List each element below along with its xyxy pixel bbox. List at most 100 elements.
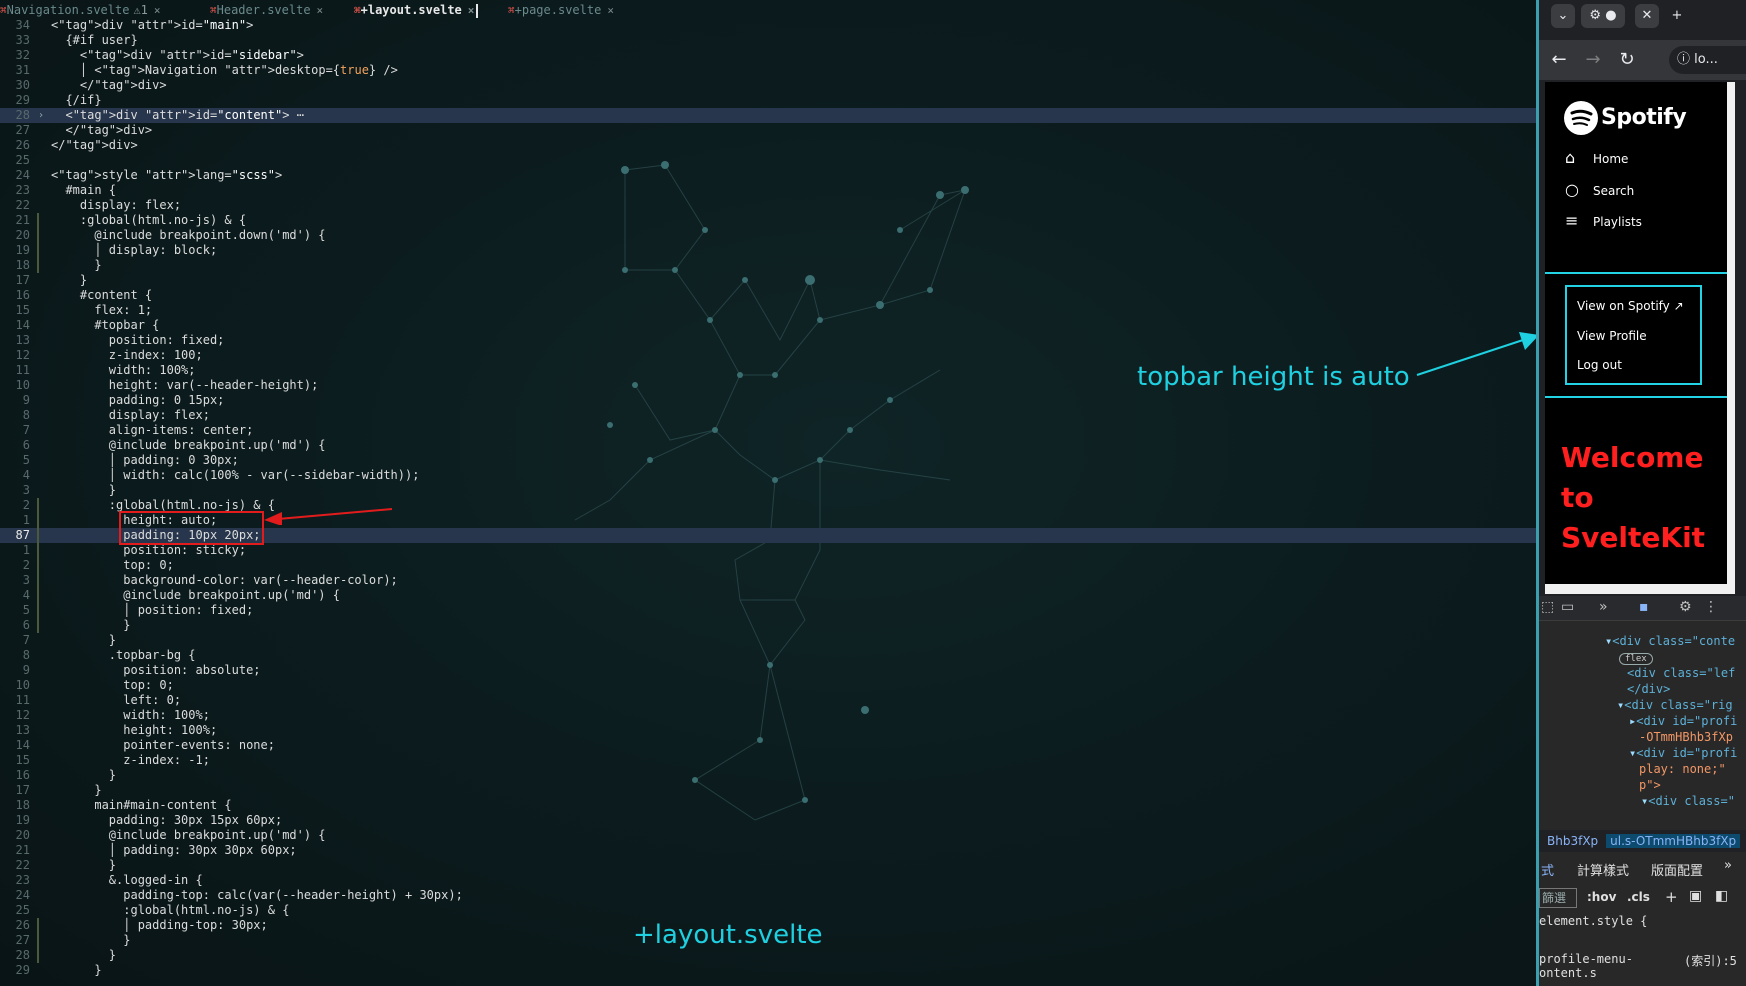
dom-node[interactable]: ▸<div id="profi xyxy=(1629,714,1737,728)
code-line[interactable]: 12 z-index: 100; xyxy=(0,348,1536,363)
code-line[interactable]: 13 height: 100%; xyxy=(0,723,1536,738)
fold-chevron-icon[interactable]: › xyxy=(38,108,44,123)
tab-list-icon[interactable]: ⌄ xyxy=(1551,4,1575,28)
horizontal-scrollbar[interactable] xyxy=(1545,584,1735,594)
sidebar-toggle-icon[interactable]: ◧ xyxy=(1715,888,1728,904)
tab-layout[interactable]: 版面配置 xyxy=(1651,860,1703,879)
code-line[interactable]: 14 pointer-events: none; xyxy=(0,738,1536,753)
code-line[interactable]: 4 │ width: calc(100% - var(--sidebar-wid… xyxy=(0,468,1536,483)
code-line[interactable]: 28 } xyxy=(0,948,1536,963)
code-line[interactable]: 7 align-items: center; xyxy=(0,423,1536,438)
code-line[interactable]: 27 </"tag">div> xyxy=(0,123,1536,138)
issues-icon[interactable]: ▪ xyxy=(1639,599,1649,615)
code-line[interactable]: 5 │ position: fixed; xyxy=(0,603,1536,618)
breadcrumb-item[interactable]: Bhb3fXp xyxy=(1539,834,1606,848)
code-line[interactable]: 5 │ padding: 0 30px; xyxy=(0,453,1536,468)
dom-node[interactable]: </div> xyxy=(1627,682,1670,696)
code-line[interactable]: 29 {/if} xyxy=(0,93,1536,108)
code-line[interactable]: 6 @include breakpoint.up('md') { xyxy=(0,438,1536,453)
tab-styles[interactable]: 式 xyxy=(1541,860,1554,879)
device-toggle-icon[interactable]: ▭ xyxy=(1561,599,1574,615)
code-line[interactable]: 17 } xyxy=(0,273,1536,288)
code-line[interactable]: 15 flex: 1; xyxy=(0,303,1536,318)
breadcrumb-item-selected[interactable]: ul.s-OTmmHBhb3fXp xyxy=(1606,834,1741,848)
tab-navigation-svelte[interactable]: ⌘Navigation.svelte ⚠1 ⨯ xyxy=(0,0,161,20)
code-line[interactable]: 21 │ padding: 30px 30px 60px; xyxy=(0,843,1536,858)
paint-icon[interactable]: ▣ xyxy=(1689,888,1702,904)
code-line[interactable]: 26 </"tag">div> xyxy=(0,138,1536,153)
code-line[interactable]: 18 main#main-content { xyxy=(0,798,1536,813)
tab-layout-svelte[interactable]: ⌘+layout.svelte ⨯ xyxy=(354,0,479,20)
code-line[interactable]: 16 #content { xyxy=(0,288,1536,303)
add-rule-icon[interactable]: + xyxy=(1665,888,1678,906)
view-profile-link[interactable]: View Profile xyxy=(1577,329,1647,343)
tab-page-svelte[interactable]: ⌘+page.svelte ⨯ xyxy=(508,0,614,20)
dom-node[interactable]: ▾<div class=" xyxy=(1641,794,1735,808)
code-line[interactable]: 15 z-index: -1; xyxy=(0,753,1536,768)
code-line[interactable]: 2 top: 0; xyxy=(0,558,1536,573)
dom-node[interactable]: ▾<div class="rig xyxy=(1617,698,1733,712)
code-line[interactable]: 25 xyxy=(0,153,1536,168)
code-line[interactable]: 19 │ display: block; xyxy=(0,243,1536,258)
extensions-icon[interactable]: ⚙ ● xyxy=(1581,4,1625,28)
sidebar-item-search[interactable]: ○ Search xyxy=(1565,178,1634,202)
code-line[interactable]: 7 } xyxy=(0,633,1536,648)
code-line[interactable]: 8 display: flex; xyxy=(0,408,1536,423)
code-line[interactable]: 3 } xyxy=(0,483,1536,498)
code-line[interactable]: 11 left: 0; xyxy=(0,693,1536,708)
code-line[interactable]: 28 › <"tag">div "attr">id="content"> ⋯ xyxy=(0,108,1536,123)
kebab-menu-icon[interactable]: ⋮ xyxy=(1704,599,1718,615)
page-scrollbar[interactable] xyxy=(1727,82,1735,592)
code-line[interactable]: 9 position: absolute; xyxy=(0,663,1536,678)
forward-icon[interactable]: → xyxy=(1581,48,1605,72)
tab-computed[interactable]: 計算樣式 xyxy=(1577,860,1629,879)
more-tabs-icon[interactable]: » xyxy=(1724,858,1732,873)
code-line[interactable]: 21 :global(html.no-js) & { xyxy=(0,213,1536,228)
code-line[interactable]: 33 {#if user} xyxy=(0,33,1536,48)
code-line[interactable]: 32 <"tag">div "attr">id="sidebar"> xyxy=(0,48,1536,63)
new-tab-icon[interactable]: + xyxy=(1665,4,1689,28)
sidebar-item-home[interactable]: ⌂ Home xyxy=(1565,146,1628,170)
logout-button[interactable]: Log out xyxy=(1577,358,1622,372)
flex-badge[interactable]: flex xyxy=(1619,650,1653,665)
dom-node[interactable]: <div class="lef xyxy=(1627,666,1735,680)
code-line[interactable]: 13 position: fixed; xyxy=(0,333,1536,348)
close-icon[interactable]: ⨯ xyxy=(607,4,614,17)
code-line[interactable]: 23 &.logged-in { xyxy=(0,873,1536,888)
dom-node[interactable]: ▾<div class="conte xyxy=(1605,634,1735,648)
sidebar-item-playlists[interactable]: ≡ Playlists xyxy=(1565,209,1642,233)
code-line[interactable]: 24 <"tag">style "attr">lang="scss"> xyxy=(0,168,1536,183)
close-icon[interactable]: ⨯ xyxy=(154,4,161,17)
code-line[interactable]: 29 } xyxy=(0,963,1536,978)
view-on-spotify-link[interactable]: View on Spotify ↗ xyxy=(1577,299,1684,313)
code-line[interactable]: 24 padding-top: calc(var(--header-height… xyxy=(0,888,1536,903)
back-icon[interactable]: ← xyxy=(1547,48,1571,72)
filter-input[interactable]: 篩選 xyxy=(1539,888,1577,908)
dom-node[interactable]: ▾<div id="profi xyxy=(1629,746,1737,760)
url-field[interactable]: ⓘ lo... xyxy=(1669,46,1746,74)
code-line[interactable]: 6 } xyxy=(0,618,1536,633)
reload-icon[interactable]: ↻ xyxy=(1615,48,1639,72)
code-line[interactable]: 10 top: 0; xyxy=(0,678,1536,693)
code-line[interactable]: 34 <"tag">div "attr">id="main"> xyxy=(0,18,1536,33)
css-rule-selector[interactable]: profile-menu- xyxy=(1539,952,1633,966)
close-icon[interactable]: ✕ xyxy=(1635,4,1659,28)
code-line[interactable]: 1 position: sticky; xyxy=(0,543,1536,558)
code-line[interactable]: 3 background-color: var(--header-color); xyxy=(0,573,1536,588)
code-line[interactable]: 22 display: flex; xyxy=(0,198,1536,213)
more-tabs-icon[interactable]: » xyxy=(1599,599,1608,615)
close-icon[interactable]: ⨯ xyxy=(317,4,324,17)
code-line[interactable]: 30 </"tag">div> xyxy=(0,78,1536,93)
code-line[interactable]: 17 } xyxy=(0,783,1536,798)
code-line[interactable]: 16 } xyxy=(0,768,1536,783)
inspect-icon[interactable]: ⬚ xyxy=(1541,599,1554,615)
code-line[interactable]: 25 :global(html.no-js) & { xyxy=(0,903,1536,918)
code-line[interactable]: 23 #main { xyxy=(0,183,1536,198)
close-icon[interactable]: ⨯ xyxy=(468,4,475,17)
code-line[interactable]: 19 padding: 30px 15px 60px; xyxy=(0,813,1536,828)
code-line[interactable]: 12 width: 100%; xyxy=(0,708,1536,723)
code-line[interactable]: 31 │ <"tag">Navigation "attr">desktop={t… xyxy=(0,63,1536,78)
code-line[interactable]: 4 @include breakpoint.up('md') { xyxy=(0,588,1536,603)
cls-toggle[interactable]: .cls xyxy=(1627,890,1650,904)
tab-header-svelte[interactable]: ⌘Header.svelte ⨯ xyxy=(210,0,323,20)
